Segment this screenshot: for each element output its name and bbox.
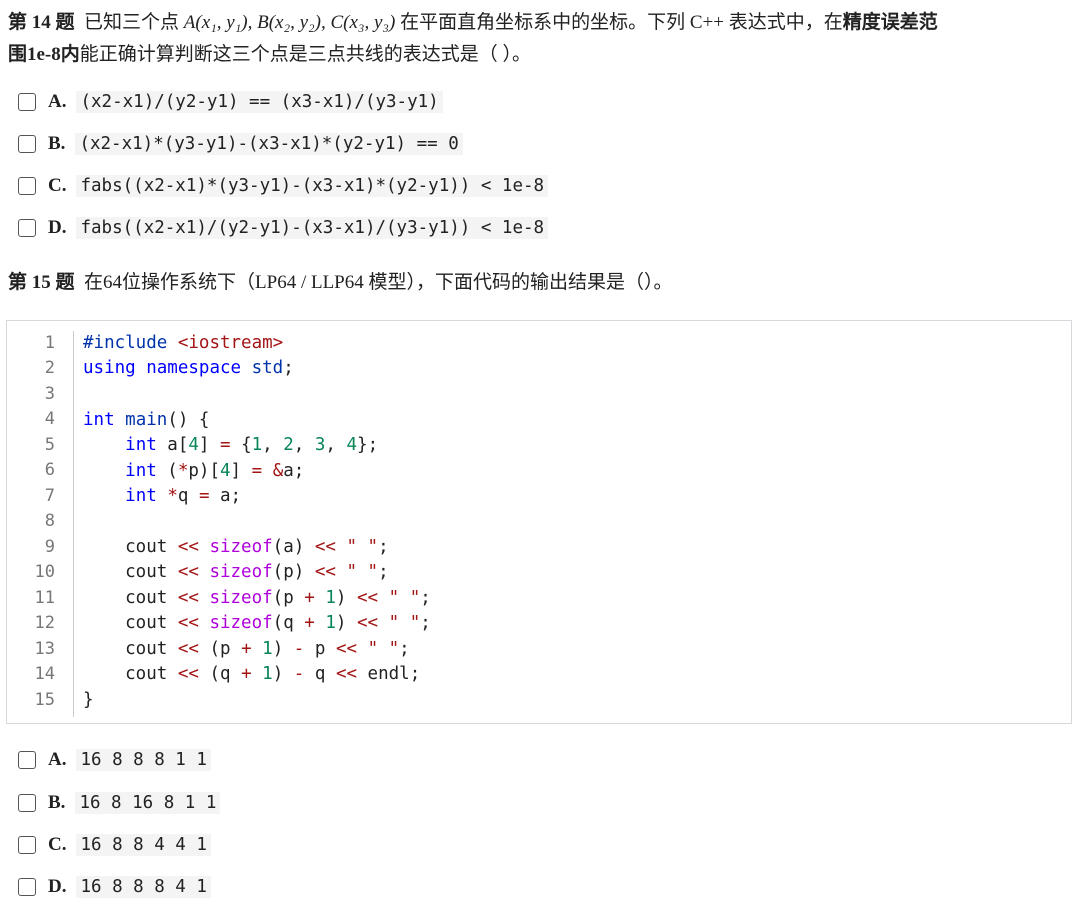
checkbox[interactable] bbox=[18, 751, 36, 769]
line-number: 14 bbox=[34, 664, 55, 684]
checkbox[interactable] bbox=[18, 878, 36, 896]
code-line: cout << sizeof(p) << " "; bbox=[83, 562, 389, 582]
option-code: fabs((x2-x1)*(y3-y1)-(x3-x1)*(y2-y1)) < … bbox=[76, 175, 549, 197]
option-letter: B. bbox=[48, 792, 66, 813]
line-number: 1 bbox=[44, 333, 55, 353]
checkbox[interactable] bbox=[18, 93, 36, 111]
q15-label: 第 15 题 bbox=[8, 272, 75, 293]
code-line: cout << sizeof(a) << " "; bbox=[83, 537, 389, 557]
q14-text-before: 已知三个点 bbox=[84, 12, 180, 33]
line-number: 15 bbox=[34, 690, 55, 710]
code-line: cout << (q + 1) - q << endl; bbox=[83, 664, 421, 684]
option-letter: D. bbox=[48, 876, 67, 897]
code-line: int *q = a; bbox=[125, 486, 242, 506]
option-letter: B. bbox=[48, 133, 66, 154]
line-number: 2 bbox=[44, 358, 55, 378]
code-line: int a[4] = {1, 2, 3, 4}; bbox=[125, 435, 379, 455]
q15-option-b[interactable]: B. 16 8 16 8 1 1 bbox=[18, 789, 221, 817]
checkbox[interactable] bbox=[18, 836, 36, 854]
line-number-gutter: 1 2 3 4 5 6 7 8 9 10 11 12 13 14 15 bbox=[25, 331, 74, 717]
code-line: #include <iostream> bbox=[83, 333, 284, 353]
code-line: cout << (p + 1) - p << " "; bbox=[83, 639, 410, 659]
option-code: 16 8 8 4 4 1 bbox=[76, 834, 211, 856]
checkbox[interactable] bbox=[18, 177, 36, 195]
code-line: cout << sizeof(q + 1) << " "; bbox=[83, 613, 431, 633]
option-code: 16 8 8 8 4 1 bbox=[76, 876, 211, 898]
checkbox[interactable] bbox=[18, 135, 36, 153]
option-code: (x2-x1)*(y3-y1)-(x3-x1)*(y2-y1) == 0 bbox=[75, 133, 463, 155]
checkbox[interactable] bbox=[18, 794, 36, 812]
line-number: 7 bbox=[44, 486, 55, 506]
checkbox[interactable] bbox=[18, 219, 36, 237]
option-letter: A. bbox=[48, 749, 67, 770]
q15-text: 在64位操作系统下（LP64 / LLP64 模型），下面代码的输出结果是（）。 bbox=[84, 272, 673, 293]
q14-label: 第 14 题 bbox=[8, 12, 75, 33]
q14-bold-tail: 精度误差范 bbox=[842, 12, 938, 33]
q14-line2-rest: 能正确计算判断这三个点是三点共线的表达式是（ ）。 bbox=[79, 44, 532, 65]
q15-option-d[interactable]: D. 16 8 8 8 4 1 bbox=[18, 873, 211, 901]
option-code: 16 8 8 8 1 1 bbox=[76, 749, 211, 771]
q14-line2-bold: 围1e-8内 bbox=[8, 44, 80, 65]
q14-points: A(x₁, y₁), B(x₂, y₂), C(x₃, y₃) bbox=[183, 12, 396, 33]
option-code: 16 8 16 8 1 1 bbox=[75, 792, 221, 814]
option-letter: A. bbox=[48, 91, 67, 112]
code-line: int (*p)[4] = &a; bbox=[125, 461, 305, 481]
line-number: 10 bbox=[34, 562, 55, 582]
line-number: 3 bbox=[44, 384, 55, 404]
code-line: cout << sizeof(p + 1) << " "; bbox=[83, 588, 431, 608]
line-number: 11 bbox=[34, 588, 55, 608]
option-code: fabs((x2-x1)/(y2-y1)-(x3-x1)/(y3-y1)) < … bbox=[76, 217, 549, 239]
option-letter: D. bbox=[48, 217, 67, 238]
code-line: } bbox=[83, 690, 94, 710]
option-code: (x2-x1)/(y2-y1) == (x3-x1)/(y3-y1) bbox=[76, 91, 443, 113]
code-line: int main() { bbox=[83, 410, 210, 430]
line-number: 5 bbox=[44, 435, 55, 455]
line-number: 8 bbox=[44, 511, 55, 531]
line-number: 4 bbox=[44, 409, 55, 429]
q15-option-a[interactable]: A. 16 8 8 8 1 1 bbox=[18, 746, 211, 774]
q14-stem-line2: 围1e-8内能正确计算判断这三个点是三点共线的表达式是（ ）。 bbox=[8, 40, 531, 70]
q14-option-a[interactable]: A. (x2-x1)/(y2-y1) == (x3-x1)/(y3-y1) bbox=[18, 88, 443, 116]
line-number: 6 bbox=[44, 460, 55, 480]
q14-option-b[interactable]: B. (x2-x1)*(y3-y1)-(x3-x1)*(y2-y1) == 0 bbox=[18, 130, 463, 158]
line-number: 12 bbox=[34, 613, 55, 633]
q15-option-c[interactable]: C. 16 8 8 4 4 1 bbox=[18, 831, 211, 859]
q14-option-d[interactable]: D. fabs((x2-x1)/(y2-y1)-(x3-x1)/(y3-y1))… bbox=[18, 214, 549, 242]
option-letter: C. bbox=[48, 175, 67, 196]
q14-text-after: 在平面直角坐标系中的坐标。下列 C++ 表达式中，在 bbox=[400, 12, 843, 33]
q14-option-c[interactable]: C. fabs((x2-x1)*(y3-y1)-(x3-x1)*(y2-y1))… bbox=[18, 172, 549, 200]
line-number: 13 bbox=[34, 639, 55, 659]
q14-stem-line1: 第 14 题 已知三个点 A(x₁, y₁), B(x₂, y₂), C(x₃,… bbox=[8, 8, 938, 38]
line-number: 9 bbox=[44, 537, 55, 557]
q15-stem: 第 15 题 在64位操作系统下（LP64 / LLP64 模型），下面代码的输… bbox=[8, 268, 673, 298]
code-line: using namespace std; bbox=[83, 358, 294, 378]
option-letter: C. bbox=[48, 834, 67, 855]
code-block: 1 2 3 4 5 6 7 8 9 10 11 12 13 14 15 #inc… bbox=[6, 320, 1072, 724]
